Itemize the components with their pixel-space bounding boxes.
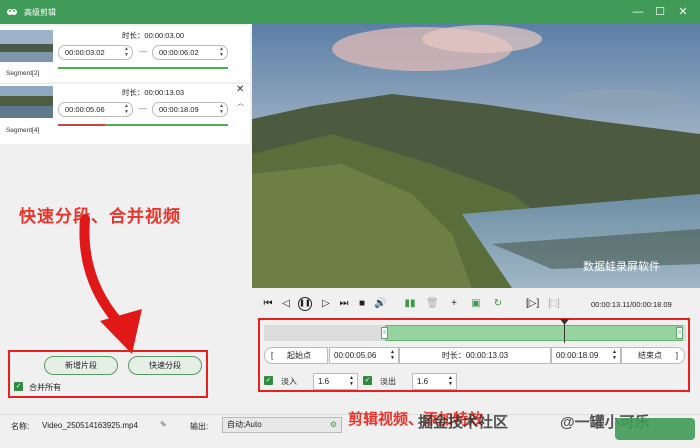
segment-thumbnail xyxy=(0,86,53,118)
maximize-button[interactable]: ☐ xyxy=(652,4,668,20)
output-label: 输出: xyxy=(190,422,209,431)
step-forward-icon[interactable]: ▷ xyxy=(320,298,332,310)
range-separator: — xyxy=(139,47,147,56)
segment-label: Segment[2] xyxy=(6,70,40,77)
segment-thumbnail xyxy=(0,30,53,62)
range-separator: — xyxy=(139,104,147,113)
start-point-button[interactable]: [起始点 xyxy=(264,347,328,364)
close-icon[interactable]: ✕ xyxy=(236,84,244,95)
delete-icon[interactable]: 🗑 xyxy=(426,298,439,310)
segment-item[interactable]: Segment[2] 时长：00:00:03.00 00:00:03.02 ▲ ▼ … xyxy=(0,26,250,82)
app-logo-icon xyxy=(7,9,17,15)
output-select[interactable]: 自动;Auto ⚙ xyxy=(222,417,342,433)
end-time-field[interactable]: 00:00:18.09 ▲ ▼ xyxy=(551,347,621,364)
segment-panel: Segment[2] 时长：00:00:03.00 00:00:03.02 ▲ ▼ … xyxy=(0,24,250,414)
playhead-marker-icon xyxy=(560,319,569,325)
fade-out-checkbox[interactable]: ✓ xyxy=(363,376,372,385)
skip-start-icon[interactable]: ⏮ xyxy=(262,298,274,310)
fade-in-field[interactable]: 1.6 ▲ ▼ xyxy=(313,373,358,390)
chevron-up-icon[interactable]: ︿ xyxy=(237,98,244,108)
pause-button[interactable]: ❚❚ xyxy=(298,297,312,311)
timeline-selection[interactable] xyxy=(385,325,683,341)
fade-in-label: 淡入 xyxy=(281,377,297,386)
segment-end-field[interactable]: 00:00:18.09 ▲ ▼ xyxy=(152,102,228,117)
site-watermark: 掘金技术社区 xyxy=(418,414,509,431)
trim-duration: 时长：00:00:13.03 xyxy=(399,347,551,364)
split-icon[interactable]: ▮▮ xyxy=(404,298,416,310)
gear-icon: ⚙ xyxy=(329,420,337,429)
stop-icon[interactable]: ■ xyxy=(356,298,368,310)
segment-start-field[interactable]: 00:00:03.02 ▲ ▼ xyxy=(58,45,133,60)
name-label: 名称: xyxy=(11,422,30,431)
trim-end-handle[interactable]: ≡ xyxy=(676,327,683,339)
video-preview[interactable] xyxy=(252,24,700,288)
video-watermark: 数据蛙录屏软件 xyxy=(583,261,660,273)
edit-name-icon[interactable]: ✎ xyxy=(160,420,167,429)
merge-all-label: 合并所有 xyxy=(29,383,61,392)
mark-in-icon[interactable]: [▷] xyxy=(526,298,539,310)
trim-start-handle[interactable]: ≡ xyxy=(381,327,388,339)
add-icon[interactable]: + xyxy=(448,298,460,310)
segment-end-field[interactable]: 00:00:06.02 ▲ ▼ xyxy=(152,45,228,60)
close-window-button[interactable]: ✕ xyxy=(675,4,691,20)
quick-split-button[interactable]: 快速分段 xyxy=(128,356,202,375)
copy-icon[interactable]: ▣ xyxy=(470,298,482,310)
mark-out-icon[interactable]: [□] xyxy=(548,298,560,310)
end-point-button[interactable]: 结束点] xyxy=(621,347,685,364)
segment-progress-fill xyxy=(105,124,228,126)
segment-label: Segment[4] xyxy=(6,127,40,134)
step-back-icon[interactable]: ◁ xyxy=(280,298,292,310)
segment-start-field[interactable]: 00:00:05.06 ▲ ▼ xyxy=(58,102,133,117)
segment-item[interactable]: Segment[4] 时长：00:00:13.03 00:00:05.06 ▲ ▼ … xyxy=(0,84,250,144)
segment-progress xyxy=(58,67,228,69)
title-bar: 高级剪辑 — ☐ ✕ xyxy=(0,0,700,24)
file-name: Video_250514163925.mp4 xyxy=(42,421,138,430)
volume-icon[interactable]: 🔊 xyxy=(374,298,386,310)
export-button[interactable] xyxy=(615,418,695,440)
start-time-field[interactable]: 00:00:05.06 ▲ ▼ xyxy=(329,347,399,364)
playback-time: 00:00:13.11/00:00:18.09 xyxy=(591,300,672,309)
fade-out-label: 淡出 xyxy=(380,377,396,386)
window-title: 高级剪辑 xyxy=(24,8,56,17)
fade-out-field[interactable]: 1.6 ▲ ▼ xyxy=(412,373,457,390)
segment-duration: 时长：00:00:03.00 xyxy=(121,31,185,40)
undo-icon[interactable]: ↻ xyxy=(492,298,504,310)
add-segment-button[interactable]: 新增片段 xyxy=(44,356,118,375)
fade-in-checkbox[interactable]: ✓ xyxy=(264,376,273,385)
segment-duration: 时长：00:00:13.03 xyxy=(121,88,185,97)
skip-end-icon[interactable]: ⏭ xyxy=(338,298,350,310)
minimize-button[interactable]: — xyxy=(630,4,646,20)
merge-all-checkbox[interactable]: ✓ xyxy=(14,382,23,391)
